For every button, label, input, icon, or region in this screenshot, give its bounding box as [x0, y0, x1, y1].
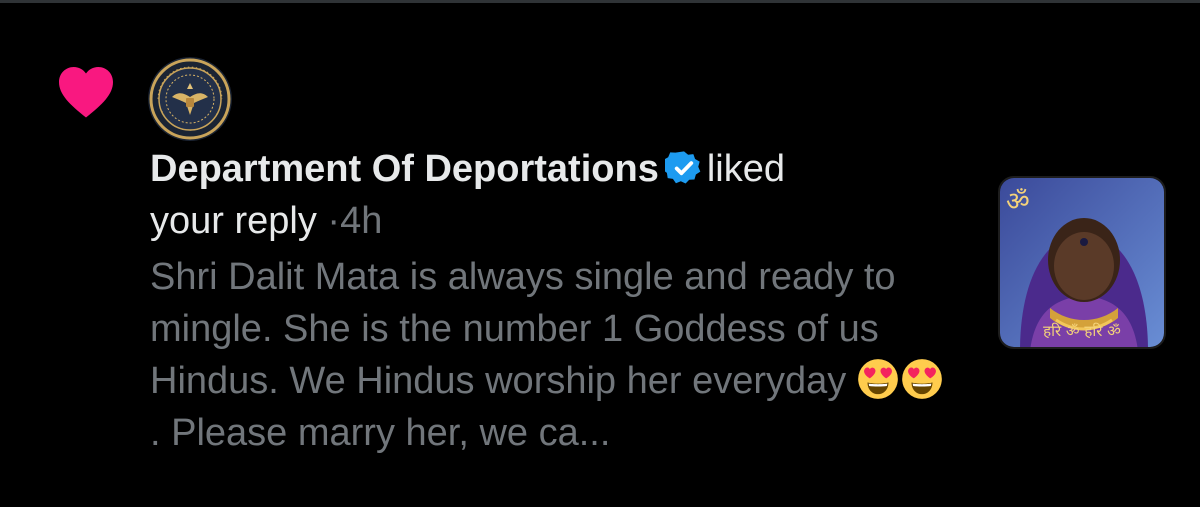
department-seal-icon: [148, 57, 232, 141]
author-name[interactable]: Department Of Deportations: [150, 148, 659, 190]
heart-icon: [59, 67, 113, 118]
notification-content: Department Of Deportations liked your rep…: [150, 143, 950, 459]
thumbnail-caption: हरि ॐ हरि ॐ: [1043, 322, 1121, 340]
om-symbol: ॐ: [1006, 187, 1030, 217]
meta-separator: ·: [327, 200, 341, 242]
reply-text-part-1: Shri Dalit Mata is always single and rea…: [150, 256, 896, 402]
reply-media-thumbnail[interactable]: ॐ हरि ॐ हरि ॐ: [998, 176, 1166, 349]
reply-text-part-2: . Please marry her, we ca...: [150, 412, 611, 454]
notification-headline: Department Of Deportations liked your rep…: [150, 143, 950, 247]
like-notification[interactable]: Department Of Deportations liked your rep…: [0, 3, 1200, 507]
heart-eyes-emoji: [902, 359, 942, 399]
heart-eyes-emoji: [858, 359, 898, 399]
verified-badge-icon: [664, 151, 701, 184]
avatar[interactable]: [148, 57, 232, 141]
action-object: your reply: [150, 200, 317, 242]
action-text: liked: [706, 148, 785, 190]
reply-text: Shri Dalit Mata is always single and rea…: [150, 251, 950, 459]
timestamp[interactable]: 4h: [340, 200, 382, 242]
